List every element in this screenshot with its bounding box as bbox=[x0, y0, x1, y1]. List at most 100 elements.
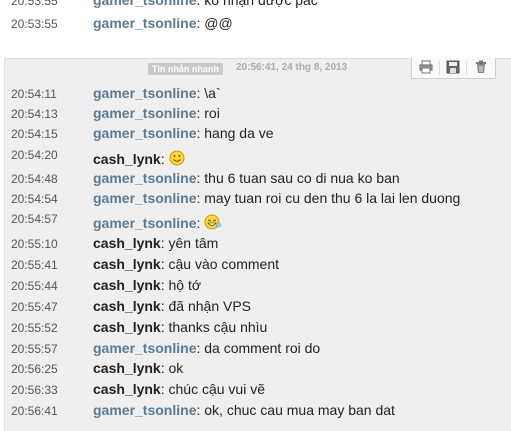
message-body: cash_lynk: cậu vào comment bbox=[93, 256, 279, 272]
message-row: 20:53:55 gamer_tsonline: @@ bbox=[0, 14, 511, 34]
message-text: \a` bbox=[204, 85, 221, 101]
message-body: cash_lynk: yên tâm bbox=[93, 235, 219, 251]
message-row: 20:55:52 cash_lynk: thanks cậu nhìu bbox=[0, 318, 511, 338]
message-row: 20:56:33 cash_lynk: chúc cậu vui vẽ bbox=[0, 380, 511, 400]
save-icon bbox=[440, 60, 466, 74]
message-text: thu 6 tuan sau co di nua ko ban bbox=[204, 170, 400, 186]
delete-button[interactable] bbox=[468, 60, 494, 76]
sender-name[interactable]: cash_lynk bbox=[93, 381, 161, 397]
previous-session: 20:53:55 gamer_tsonline: kổ nhận được pá… bbox=[0, 0, 511, 50]
sender-name[interactable]: cash_lynk bbox=[93, 277, 161, 293]
message-text: @@ bbox=[204, 15, 233, 31]
sender-name[interactable]: cash_lynk bbox=[93, 151, 161, 167]
sender-name[interactable]: gamer_tsonline bbox=[93, 215, 196, 231]
sender-name[interactable]: cash_lynk bbox=[93, 360, 161, 376]
laughing-emoticon-icon bbox=[204, 214, 222, 230]
print-icon bbox=[413, 60, 439, 74]
message-time: 20:54:54 bbox=[11, 192, 58, 206]
message-row: 20:55:10 cash_lynk: yên tâm bbox=[0, 234, 511, 254]
message-row: 20:54:20 cash_lynk: bbox=[0, 145, 511, 167]
session-toolbar bbox=[411, 58, 496, 79]
message-row: 20:55:47 cash_lynk: đã nhận VPS bbox=[0, 297, 511, 317]
message-body: cash_lynk: đã nhận VPS bbox=[93, 298, 252, 314]
message-text: hộ tớ bbox=[168, 277, 202, 293]
message-body: cash_lynk: hộ tớ bbox=[93, 277, 202, 293]
message-row: 20:54:57 gamer_tsonline: bbox=[0, 209, 511, 231]
message-body: gamer_tsonline: kổ nhận được pác bbox=[93, 0, 318, 8]
session-label: Tin nhắn nhanh bbox=[148, 63, 223, 75]
message-row: 20:55:41 cash_lynk: cậu vào comment bbox=[0, 255, 511, 275]
message-time: 20:54:57 bbox=[11, 212, 58, 226]
message-row: 20:56:25 cash_lynk: ok bbox=[0, 359, 511, 379]
message-time: 20:54:48 bbox=[11, 172, 58, 186]
print-button[interactable] bbox=[413, 60, 439, 76]
sender-name[interactable]: cash_lynk bbox=[93, 319, 161, 335]
message-row: 20:54:11 gamer_tsonline: \a` bbox=[0, 84, 511, 104]
message-body: gamer_tsonline: thu 6 tuan sau co di nua… bbox=[93, 170, 400, 186]
message-time: 20:56:33 bbox=[11, 383, 58, 397]
message-text: đã nhận VPS bbox=[168, 298, 252, 314]
message-text: ok bbox=[168, 360, 184, 376]
message-body: gamer_tsonline: @@ bbox=[93, 15, 233, 31]
toolbar-divider bbox=[466, 61, 467, 75]
delete-icon bbox=[468, 60, 494, 74]
message-body: gamer_tsonline: ok, chuc cau mua may ban… bbox=[93, 402, 395, 418]
message-body: cash_lynk: bbox=[93, 150, 184, 167]
message-body: cash_lynk: ok bbox=[93, 360, 184, 376]
sender-name[interactable]: gamer_tsonline bbox=[93, 15, 196, 31]
message-time: 20:54:15 bbox=[11, 127, 58, 141]
message-text: hang da ve bbox=[204, 125, 274, 141]
message-body: cash_lynk: thanks cậu nhìu bbox=[93, 319, 268, 335]
message-time: 20:55:10 bbox=[11, 237, 58, 251]
message-row: 20:53:55 gamer_tsonline: kổ nhận được pá… bbox=[0, 0, 511, 11]
message-text: yên tâm bbox=[168, 235, 219, 251]
message-body: gamer_tsonline: roi bbox=[93, 105, 220, 121]
message-time: 20:56:25 bbox=[11, 362, 58, 376]
message-body: gamer_tsonline: da comment roi do bbox=[93, 340, 321, 356]
smiley-emoticon-icon bbox=[169, 150, 184, 166]
message-row: 20:54:54 gamer_tsonline: may tuan roi cu… bbox=[0, 189, 511, 209]
message-row: 20:54:15 gamer_tsonline: hang da ve bbox=[0, 124, 511, 144]
message-time: 20:55:44 bbox=[11, 279, 58, 293]
message-time: 20:54:11 bbox=[11, 87, 57, 101]
sender-name[interactable]: gamer_tsonline bbox=[93, 190, 196, 206]
message-time: 20:55:57 bbox=[11, 342, 58, 356]
message-row: 20:54:48 gamer_tsonline: thu 6 tuan sau … bbox=[0, 169, 511, 189]
message-row: 20:55:44 cash_lynk: hộ tớ bbox=[0, 276, 511, 296]
session-date: 20:56:41, 24 thg 8, 2013 bbox=[236, 62, 348, 73]
sender-name[interactable]: gamer_tsonline bbox=[93, 0, 196, 8]
message-row: 20:54:13 gamer_tsonline: roi bbox=[0, 104, 511, 124]
message-body: gamer_tsonline: hang da ve bbox=[93, 125, 274, 141]
message-body: gamer_tsonline: may tuan roi cu den thu … bbox=[93, 190, 461, 206]
sender-name[interactable]: gamer_tsonline bbox=[93, 402, 196, 418]
sender-name[interactable]: gamer_tsonline bbox=[93, 340, 196, 356]
sender-name[interactable]: cash_lynk bbox=[93, 256, 161, 272]
message-time: 20:53:55 bbox=[11, 0, 58, 8]
message-text: ok, chuc cau mua may ban dat bbox=[204, 402, 395, 418]
message-time: 20:54:20 bbox=[11, 148, 58, 162]
message-time: 20:55:41 bbox=[11, 258, 58, 272]
sender-name[interactable]: gamer_tsonline bbox=[93, 85, 196, 101]
sender-name[interactable]: cash_lynk bbox=[93, 235, 161, 251]
sender-name[interactable]: gamer_tsonline bbox=[93, 125, 196, 141]
message-time: 20:54:13 bbox=[11, 107, 58, 121]
message-text: roi bbox=[204, 105, 220, 121]
sender-name[interactable]: gamer_tsonline bbox=[93, 170, 196, 186]
sender-name[interactable]: cash_lynk bbox=[93, 298, 161, 314]
sender-name[interactable]: gamer_tsonline bbox=[93, 105, 196, 121]
message-text: kổ nhận được pác bbox=[204, 0, 318, 8]
message-body: gamer_tsonline: \a` bbox=[93, 85, 221, 101]
message-text: chúc cậu vui vẽ bbox=[168, 381, 266, 397]
message-text: da comment roi do bbox=[204, 340, 321, 356]
message-time: 20:53:55 bbox=[11, 17, 58, 31]
save-button[interactable] bbox=[440, 60, 466, 76]
message-text: may tuan roi cu den thu 6 la lai len duo… bbox=[204, 190, 461, 206]
message-time: 20:55:52 bbox=[11, 321, 58, 335]
message-time: 20:56:41 bbox=[11, 404, 58, 418]
message-body: cash_lynk: chúc cậu vui vẽ bbox=[93, 381, 265, 397]
message-text: cậu vào comment bbox=[168, 256, 280, 272]
message-row: 20:56:41 gamer_tsonline: ok, chuc cau mu… bbox=[0, 401, 511, 421]
message-body: gamer_tsonline: bbox=[93, 214, 222, 231]
message-time: 20:55:47 bbox=[11, 300, 58, 314]
message-row: 20:55:57 gamer_tsonline: da comment roi … bbox=[0, 339, 511, 359]
